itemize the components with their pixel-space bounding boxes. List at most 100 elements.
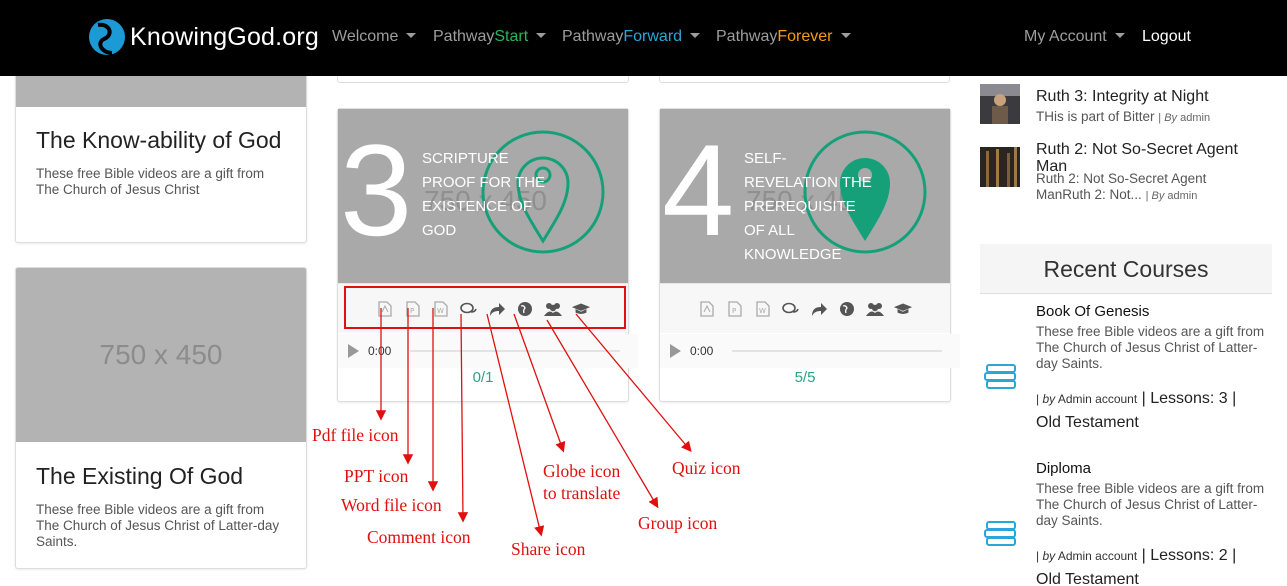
lesson-title[interactable]: Self-Revelation the Prerequisite of All … bbox=[744, 147, 874, 267]
course-category[interactable]: Old Testament bbox=[1036, 414, 1139, 431]
lesson-number: 4 bbox=[662, 117, 735, 263]
post-thumbnail bbox=[980, 84, 1020, 124]
course-category[interactable]: Old Testament bbox=[1036, 571, 1139, 586]
ppt-file-icon[interactable]: P bbox=[725, 299, 745, 319]
course-by-label: by bbox=[1042, 549, 1056, 563]
course-author[interactable]: Admin account bbox=[1058, 392, 1137, 406]
comment-icon[interactable] bbox=[781, 299, 801, 319]
annotation-comment-label: Comment icon bbox=[367, 527, 471, 547]
post-title[interactable]: Ruth 2: Not So-Secret Agent Man bbox=[1036, 141, 1251, 175]
logo-text: KnowingGod.org bbox=[130, 22, 320, 51]
word-file-icon[interactable]: W bbox=[753, 299, 773, 319]
books-icon bbox=[984, 521, 1016, 546]
nav-pathway-forward[interactable]: PathwayForward bbox=[562, 28, 701, 46]
nav-pathway-label: Pathway bbox=[716, 28, 778, 45]
share-icon[interactable] bbox=[809, 299, 829, 319]
course-by-label: by bbox=[1042, 392, 1056, 406]
lesson-progress: 5/5 bbox=[794, 369, 816, 386]
nav-pathway-accent: Forever bbox=[777, 28, 833, 45]
nav-pathway-label: Pathway bbox=[562, 28, 624, 45]
caret-down-icon bbox=[406, 32, 417, 38]
course-card-description: These free Bible videos are a gift from … bbox=[36, 502, 280, 549]
lesson-progress: 0/1 bbox=[472, 369, 494, 386]
post-excerpt-text: THis is part of Bitter bbox=[1036, 109, 1155, 124]
post-author[interactable]: admin bbox=[1167, 190, 1197, 202]
annotation-globe-label: Globe icon to translate bbox=[543, 460, 620, 504]
caret-down-icon bbox=[1114, 32, 1125, 38]
post-byline: | By admin bbox=[1158, 112, 1211, 124]
caret-down-icon bbox=[840, 32, 851, 38]
post-by-label: By bbox=[1164, 112, 1178, 124]
course-card-title[interactable]: The Know-ability of God bbox=[16, 127, 306, 153]
audio-time: 0:00 bbox=[368, 344, 392, 358]
recent-course-description: These free Bible videos are a gift from … bbox=[1036, 481, 1265, 528]
recent-courses-heading: Recent Courses bbox=[980, 244, 1272, 294]
caret-down-icon bbox=[690, 32, 701, 38]
logo-mark-icon bbox=[89, 19, 125, 55]
recent-post-item[interactable]: Ruth 3: Integrity at Night THis is part … bbox=[980, 84, 1280, 134]
annotation-globe-line2: to translate bbox=[543, 483, 621, 503]
recent-course-title[interactable]: Diploma bbox=[1036, 460, 1091, 477]
annotation-pdf-label: Pdf file icon bbox=[312, 425, 399, 445]
lesson-icon-bar: P W bbox=[660, 283, 950, 333]
play-icon[interactable] bbox=[670, 344, 681, 358]
course-lessons-count: Lessons: 2 bbox=[1150, 547, 1228, 564]
audio-track[interactable] bbox=[732, 350, 942, 352]
post-excerpt: Ruth 2: Not So-Secret Agent ManRuth 2: N… bbox=[1036, 171, 1251, 204]
nav-pathway-start[interactable]: PathwayStart bbox=[433, 28, 547, 46]
annotation-globe-line1: Globe icon bbox=[543, 461, 621, 481]
audio-track[interactable] bbox=[410, 350, 620, 352]
nav-welcome[interactable]: Welcome bbox=[332, 28, 417, 46]
nav-welcome-label: Welcome bbox=[332, 28, 399, 45]
recent-course-title[interactable]: Book Of Genesis bbox=[1036, 303, 1149, 320]
lesson-number: 3 bbox=[340, 117, 413, 263]
nav-logout[interactable]: Logout bbox=[1142, 28, 1191, 46]
lesson-title[interactable]: Scripture Proof for the Existence of God bbox=[422, 147, 552, 243]
annotation-ppt-label: PPT icon bbox=[344, 466, 409, 486]
globe-icon[interactable] bbox=[837, 299, 857, 319]
nav-pathway-accent: Start bbox=[494, 28, 529, 45]
course-card-know-ability[interactable]: The Know-ability of God These free Bible… bbox=[15, 60, 307, 243]
course-lessons-count: Lessons: 3 bbox=[1150, 390, 1228, 407]
nav-pathway-accent: Forward bbox=[623, 28, 683, 45]
nav-my-account-label: My Account bbox=[1024, 28, 1107, 45]
group-icon[interactable] bbox=[865, 299, 885, 319]
course-thumbnail: 750 x 450 bbox=[16, 268, 306, 442]
course-card-title[interactable]: The Existing Of God bbox=[16, 463, 306, 489]
course-card-existing-of-god[interactable]: 750 x 450 The Existing Of God These free… bbox=[15, 267, 307, 569]
annotation-group-label: Group icon bbox=[638, 513, 718, 533]
audio-player[interactable]: 0:00 bbox=[338, 334, 638, 368]
annotation-word-label: Word file icon bbox=[341, 495, 442, 515]
play-icon[interactable] bbox=[348, 344, 359, 358]
audio-player[interactable]: 0:00 bbox=[660, 334, 960, 368]
annotation-highlight-box bbox=[344, 286, 626, 329]
nav-pathway-forever[interactable]: PathwayForever bbox=[716, 28, 851, 46]
annotation-quiz-label: Quiz icon bbox=[672, 458, 741, 478]
svg-text:W: W bbox=[759, 307, 766, 315]
caret-down-icon bbox=[536, 32, 547, 38]
recent-course-description: These free Bible videos are a gift from … bbox=[1036, 324, 1265, 371]
post-author[interactable]: admin bbox=[1180, 112, 1210, 124]
recent-course-meta: | by Admin account | Lessons: 2 | Old Te… bbox=[1036, 547, 1237, 586]
lesson-card-4[interactable]: 750 x 450 4 Self-Revelation the Prerequi… bbox=[659, 108, 960, 402]
quiz-icon[interactable] bbox=[893, 299, 913, 319]
top-navbar: KnowingGod.org Welcome PathwayStart Path… bbox=[0, 0, 1287, 76]
annotation-share-label: Share icon bbox=[511, 539, 586, 559]
recent-course-meta: | by Admin account | Lessons: 3 | Old Te… bbox=[1036, 390, 1237, 431]
lesson-banner: 750 x 450 3 Scripture Proof for the Exis… bbox=[338, 109, 628, 283]
post-thumbnail bbox=[980, 147, 1020, 187]
site-logo[interactable]: KnowingGod.org bbox=[88, 17, 319, 57]
thumbnail-placeholder-text: 750 x 450 bbox=[99, 339, 223, 370]
nav-my-account[interactable]: My Account bbox=[1024, 28, 1125, 46]
course-card-description: These free Bible videos are a gift from … bbox=[36, 166, 265, 197]
post-excerpt: THis is part of Bitter | By admin bbox=[1036, 109, 1251, 126]
audio-time: 0:00 bbox=[690, 344, 714, 358]
post-by-label: By bbox=[1151, 190, 1165, 202]
pdf-file-icon[interactable] bbox=[697, 299, 717, 319]
course-author[interactable]: Admin account bbox=[1058, 549, 1137, 563]
nav-pathway-label: Pathway bbox=[433, 28, 495, 45]
lesson-banner: 750 x 450 4 Self-Revelation the Prerequi… bbox=[660, 109, 950, 283]
lesson-card-3[interactable]: 750 x 450 3 Scripture Proof for the Exis… bbox=[337, 108, 638, 402]
recent-post-item[interactable]: Ruth 2: Not So-Secret Agent Man Ruth 2: … bbox=[980, 141, 1280, 207]
post-title[interactable]: Ruth 3: Integrity at Night bbox=[1036, 88, 1251, 105]
